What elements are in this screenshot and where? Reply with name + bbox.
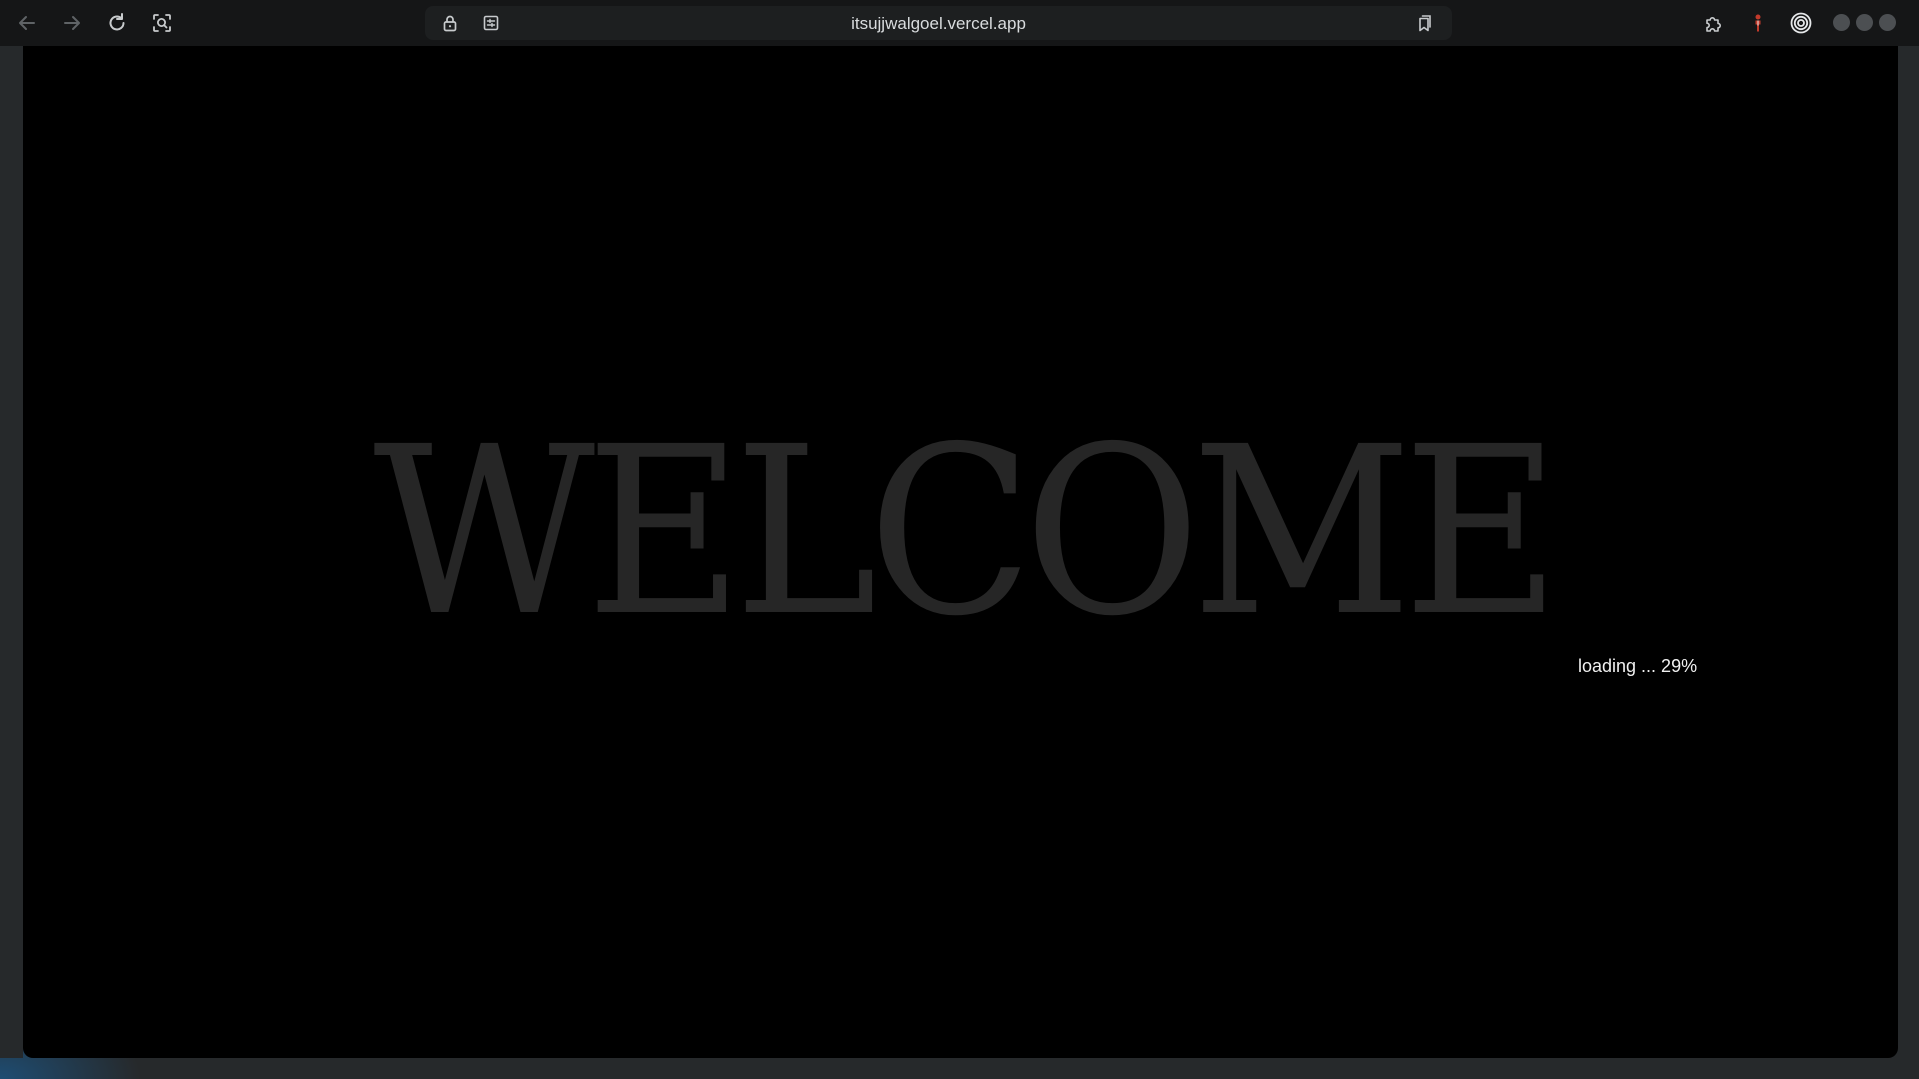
bookmark-button[interactable] xyxy=(1409,8,1439,38)
search-lens-icon xyxy=(153,14,171,32)
browser-toolbar: itsujjwalgoel.vercel.app xyxy=(0,0,1919,46)
window-left-edge xyxy=(0,46,23,1058)
bookmark-icon xyxy=(1419,15,1431,32)
arrow-right-icon xyxy=(64,16,80,30)
browser-window: itsujjwalgoel.vercel.app WELCOME loading… xyxy=(0,0,1919,1079)
puzzle-icon xyxy=(1706,17,1721,32)
arrow-left-icon xyxy=(19,16,35,30)
forward-button[interactable] xyxy=(57,8,87,38)
lens-button[interactable] xyxy=(147,8,177,38)
close-button[interactable] xyxy=(1879,14,1896,31)
profile-button[interactable] xyxy=(1743,8,1773,38)
profile-icon xyxy=(1755,14,1761,32)
reload-icon xyxy=(109,13,125,31)
url-text[interactable]: itsujjwalgoel.vercel.app xyxy=(425,6,1452,40)
loading-indicator: loading ... 29% xyxy=(1578,656,1698,676)
target-button[interactable] xyxy=(1786,8,1816,38)
maximize-button[interactable] xyxy=(1856,14,1873,31)
minimize-button[interactable] xyxy=(1833,14,1850,31)
extensions-button[interactable] xyxy=(1698,8,1728,38)
welcome-headline: WELCOME xyxy=(373,397,1560,667)
back-button[interactable] xyxy=(12,8,42,38)
reload-button[interactable] xyxy=(102,8,132,38)
target-icon xyxy=(1790,12,1812,34)
address-bar[interactable]: itsujjwalgoel.vercel.app xyxy=(425,6,1452,40)
page-viewport: WELCOME loading ... 29% xyxy=(23,46,1898,1058)
